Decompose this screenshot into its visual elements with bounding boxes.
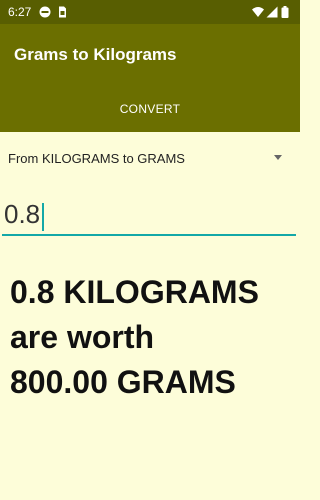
result-line-2: are worth — [10, 319, 155, 355]
convert-button-label: CONVERT — [119, 102, 181, 116]
conversion-spinner-value: From KILOGRAMS to GRAMS — [8, 151, 185, 166]
battery-icon — [281, 6, 289, 18]
text-cursor — [42, 203, 44, 231]
signal-icon — [266, 6, 278, 18]
dropdown-arrow-icon[interactable] — [274, 155, 282, 160]
sim-card-icon — [56, 6, 68, 18]
app-title: Grams to Kilograms — [14, 45, 177, 64]
conversion-result: 0.8 KILOGRAMS are worth 800.00 GRAMS — [10, 270, 295, 405]
status-bar: 6:27 — [0, 0, 300, 24]
wifi-icon — [252, 6, 264, 18]
no-disturb-icon — [39, 6, 51, 18]
amount-input[interactable] — [2, 196, 296, 236]
app-bar: Grams to Kilograms — [0, 24, 300, 86]
result-line-1: 0.8 KILOGRAMS — [10, 274, 259, 310]
convert-button[interactable]: CONVERT — [0, 86, 300, 132]
result-line-3: 800.00 GRAMS — [10, 364, 236, 400]
status-time: 6:27 — [8, 5, 32, 19]
conversion-spinner[interactable]: From KILOGRAMS to GRAMS — [0, 140, 300, 180]
